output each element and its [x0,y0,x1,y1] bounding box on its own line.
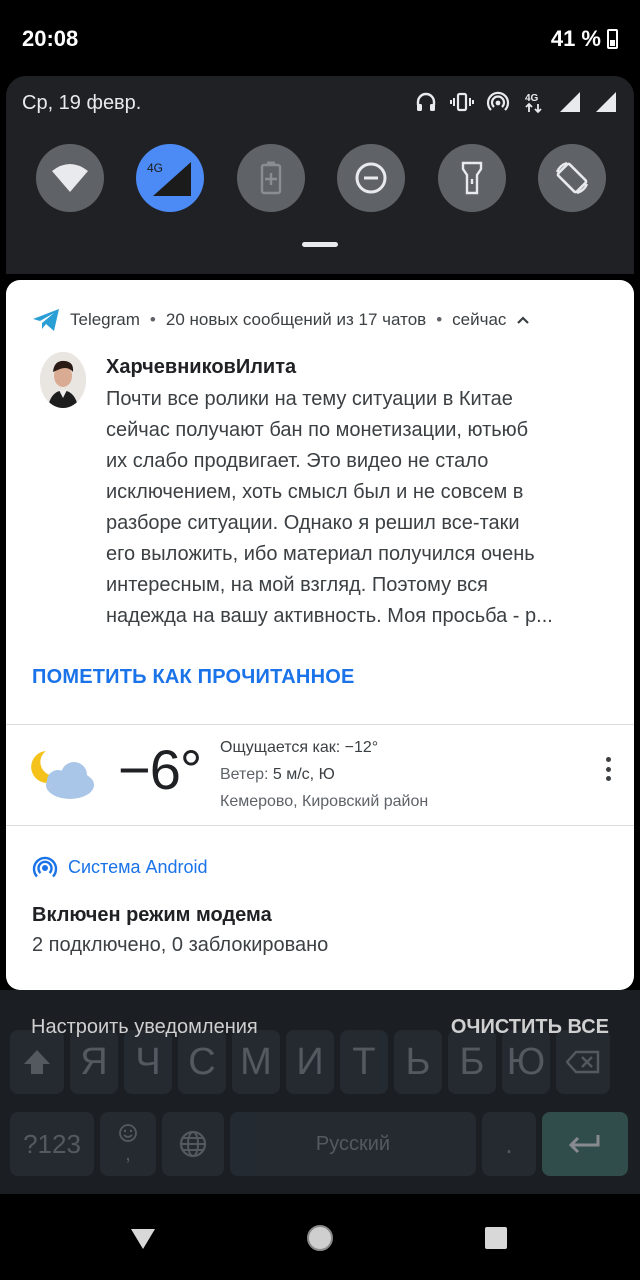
svg-text:4G: 4G [147,161,163,175]
status-icons: 4G [414,90,618,114]
headphones-icon [414,90,438,114]
telegram-icon [33,309,59,331]
status-bar: 20:08 41 % [0,0,640,76]
message-body: Почти все ролики на тему ситуации в Кита… [106,384,616,632]
tile-do-not-disturb[interactable] [337,144,406,212]
space-key[interactable]: Русский [230,1112,476,1176]
partly-cloudy-night-icon [31,751,94,799]
emoji-comma-key[interactable]: , [100,1112,156,1176]
battery-icon [607,29,618,49]
battery-saver-icon [260,161,281,195]
notification-footer: Настроить уведомления ОЧИСТИТЬ ВСЕ [0,1016,640,1046]
vibrate-icon [450,90,474,114]
feels-like-label: Ощущается как: [220,739,341,756]
hotspot-icon [32,856,58,878]
message-line: надежда на вашу активность. Моя просьба … [106,605,553,627]
app-name: Система Android [68,856,208,877]
app-name: Telegram [70,310,140,329]
mobile-data-icon: 4G [147,161,192,196]
enter-key[interactable] [542,1112,628,1176]
keyboard-row-bottom: ?123 , Русский . [10,1112,628,1176]
wind-value: 5 м/с, Ю [272,766,335,783]
enter-icon [568,1135,600,1154]
chevron-up-icon[interactable] [516,315,530,325]
language-key[interactable] [162,1112,224,1176]
notification-time: сейчас [452,310,507,329]
period-key[interactable]: . [482,1112,536,1176]
clock: 20:08 [22,26,79,51]
message-sender: ХарчевниковИлита [106,356,297,378]
message-line: его выложить, ибо материал получился оче… [106,543,535,565]
flashlight-icon [461,161,482,195]
notifications-card: Telegram • 20 новых сообщений из 17 чато… [6,280,634,990]
message-line: Почти все ролики на тему ситуации в Кита… [106,388,513,410]
tile-mobile-data[interactable]: 4G [136,144,205,212]
feels-like: Ощущается как: −12° [220,739,378,757]
message-line: исключением, хоть смысл был и не совсем … [106,481,524,503]
tile-auto-rotate[interactable] [537,144,606,212]
notification-title: Включен режим модема [32,904,272,926]
notification-text: 2 подключено, 0 заблокировано [32,934,329,956]
message-line: разборе ситуации. Однако я решил все-так… [106,512,520,534]
do-not-disturb-icon [355,162,387,194]
notification-summary: 20 новых сообщений из 17 чатов [165,310,427,329]
svg-text:4G: 4G [525,93,539,104]
quick-settings-panel: Ср, 19 февр. 4G 4G [6,76,634,274]
more-options-icon[interactable] [606,757,612,781]
recents-icon[interactable] [483,1225,509,1251]
wifi-icon [52,164,88,192]
backspace-icon [566,1050,600,1074]
notification-header: Система Android [32,854,208,880]
quick-tiles: 4G [36,144,606,212]
message-line: сейчас получают бан по монетизации, ютью… [106,419,529,441]
weather-notification[interactable]: −6° Ощущается как: −12° Ветер: 5 м/с, Ю … [6,725,634,825]
clear-all-button[interactable]: ОЧИСТИТЬ ВСЕ [451,1016,609,1039]
separator-dot: • [149,310,156,329]
temperature: −6° [118,738,202,801]
signal-icon [594,90,618,114]
4g-data-icon: 4G [522,90,546,114]
notification-settings-link[interactable]: Настроить уведомления [31,1016,258,1039]
back-icon[interactable] [129,1227,157,1251]
comma-label: , [125,1142,131,1165]
wind-label: Ветер: [220,766,269,783]
battery-indicator: 41 % [551,26,618,52]
android-system-notification[interactable]: Система Android Включен режим модема 2 п… [6,826,634,990]
signal-icon [558,90,582,114]
navigation-bar [0,1194,640,1280]
feels-like-value: −12° [344,739,379,756]
avatar [40,352,86,408]
tile-wifi[interactable] [36,144,104,212]
home-icon[interactable] [305,1223,335,1253]
date-label: Ср, 19 февр. [22,92,142,114]
wind: Ветер: 5 м/с, Ю [220,766,335,784]
notification-header: Telegram • 20 новых сообщений из 17 чато… [32,308,530,332]
auto-rotate-icon [555,161,589,195]
symbols-key[interactable]: ?123 [10,1112,94,1176]
hotspot-icon [486,90,510,114]
tile-flashlight[interactable] [437,144,506,212]
battery-percent: 41 % [550,26,601,51]
shift-icon [24,1050,50,1074]
emoji-icon [119,1123,137,1142]
message-line: интересным, на мой взгляд. Поэтому вся [106,574,488,596]
mark-as-read-button[interactable]: ПОМЕТИТЬ КАК ПРОЧИТАННОЕ [32,666,355,689]
weather-location: Кемерово, Кировский район [220,793,429,810]
message-line: их слабо продвигает. Это видео не стало [106,450,489,472]
globe-icon [179,1130,207,1158]
panel-drag-handle[interactable] [302,242,338,247]
tile-battery-saver[interactable] [236,144,305,212]
separator-dot: • [436,310,443,329]
telegram-notification[interactable]: Telegram • 20 новых сообщений из 17 чато… [6,280,634,724]
